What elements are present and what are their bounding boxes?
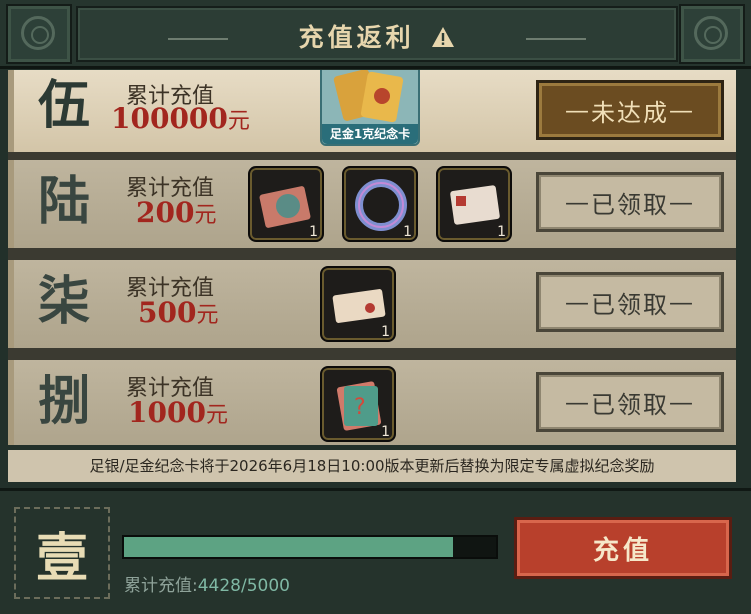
tier-rank: 捌 xyxy=(38,371,91,432)
corner-ornament-right xyxy=(679,4,745,64)
replacement-notice: 足银/足金纪念卡将于2026年6月18日10:00版本更新后替换为限定专属虚拟纪… xyxy=(8,450,736,482)
tier-list[interactable]: 伍 累计充值 100000元 足金1克纪念卡 — 未达成 — 陆 累计充值 200元… xyxy=(8,70,736,445)
corner-ornament-left xyxy=(6,4,72,64)
claim-button-label: 已领取 xyxy=(591,290,669,319)
reward-count: 1 xyxy=(403,224,412,240)
claim-button-label: 未达成 xyxy=(591,98,669,127)
tier-amount: 100000元 xyxy=(111,102,250,135)
tier-amount: 1000元 xyxy=(128,396,228,429)
recharge-button-label: 充值 xyxy=(592,535,653,566)
claim-button-label: 已领取 xyxy=(591,390,669,419)
reward-item[interactable]: 1 xyxy=(248,166,324,242)
claim-button-5[interactable]: — 未达成 — xyxy=(536,80,724,140)
ticket-icon xyxy=(332,289,386,323)
tier-amount-unit: 元 xyxy=(194,203,217,228)
tier-amount: 200元 xyxy=(136,196,216,229)
tier-row-7: 柒 累计充值 500元 1 — 已领取 — xyxy=(8,260,736,348)
reward-item[interactable]: 1 xyxy=(342,166,418,242)
progress-value: 4428/5000 xyxy=(197,576,290,596)
page-title-text: 充值返利 xyxy=(298,23,415,52)
recharge-rebate-panel: 充值返利 伍 累计充值 100000元 足金1克纪念卡 — 未达成 — 陆 累计… xyxy=(0,0,751,614)
tier-row-8: 捌 累计充值 1000元 ? 1 — 已领取 — xyxy=(8,360,736,445)
warning-icon[interactable] xyxy=(431,25,455,54)
claim-button-6[interactable]: — 已领取 — xyxy=(536,172,724,232)
reward-count: 1 xyxy=(309,224,318,240)
claim-button-label: 已领取 xyxy=(591,190,669,219)
tier-amount-unit: 元 xyxy=(196,303,219,328)
svg-text:?: ? xyxy=(354,395,366,420)
recharge-button[interactable]: 充值 xyxy=(514,517,732,579)
reward-count: 1 xyxy=(381,324,390,340)
panel-header: 充值返利 xyxy=(0,0,751,69)
progress-text: 累计充值:4428/5000 xyxy=(124,571,290,596)
badge-card-icon xyxy=(450,185,500,225)
reward-item[interactable]: 1 xyxy=(320,266,396,342)
header-plate: 充值返利 xyxy=(76,6,678,62)
progress-footer: 壹 累计充值:4428/5000 充值 xyxy=(0,488,751,614)
tier-rank: 柒 xyxy=(38,271,91,332)
fan-card-icon xyxy=(259,186,311,228)
page-title: 充值返利 xyxy=(78,18,676,54)
reward-caption: 足金1克纪念卡 xyxy=(322,124,418,144)
reward-item[interactable]: 1 xyxy=(436,166,512,242)
claim-button-8[interactable]: — 已领取 — xyxy=(536,372,724,432)
tier-row-5: 伍 累计充值 100000元 足金1克纪念卡 — 未达成 — xyxy=(8,70,736,152)
current-tier-rank: 壹 xyxy=(14,507,110,599)
progress-bar-fill xyxy=(124,537,454,557)
mystery-card-icon: ? xyxy=(336,381,382,431)
tier-rank: 伍 xyxy=(38,75,91,136)
progress-label: 累计充值: xyxy=(124,576,198,596)
tier-amount-unit: 元 xyxy=(205,403,228,428)
tier-amount: 500元 xyxy=(138,296,218,329)
reward-count: 1 xyxy=(497,224,506,240)
tier-rank: 陆 xyxy=(38,171,91,232)
tier-amount-value: 200 xyxy=(136,196,195,229)
tier-row-6: 陆 累计充值 200元 1 1 1 — 已领取 — xyxy=(8,160,736,248)
tier-amount-unit: 元 xyxy=(227,109,250,134)
tier-amount-value: 100000 xyxy=(111,102,228,135)
progress-bar xyxy=(122,535,498,559)
gold-card-icon xyxy=(333,70,404,123)
reward-gold-card[interactable]: 足金1克纪念卡 xyxy=(320,70,420,146)
tier-amount-value: 1000 xyxy=(128,396,206,429)
tier-amount-value: 500 xyxy=(138,296,197,329)
reward-count: 1 xyxy=(381,424,390,440)
reward-item[interactable]: ? 1 xyxy=(320,366,396,442)
claim-button-7[interactable]: — 已领取 — xyxy=(536,272,724,332)
avatar-frame-icon xyxy=(355,179,407,231)
